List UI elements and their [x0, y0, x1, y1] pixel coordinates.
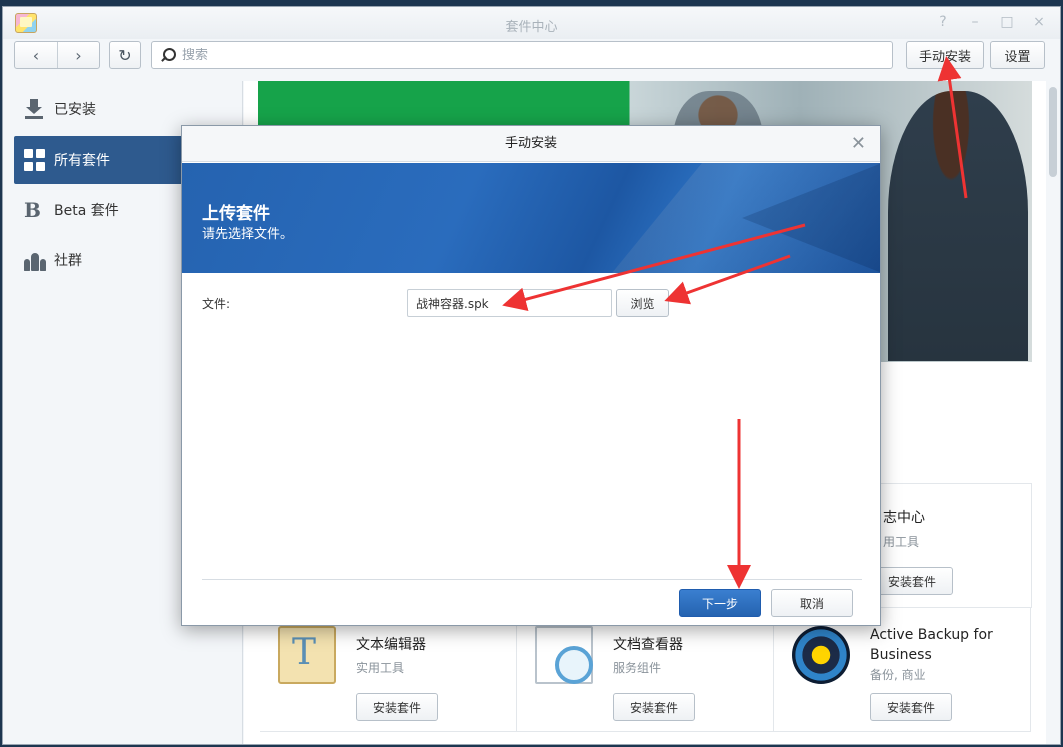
- package-card: Active Backup for Business 备份, 商业 安装套件: [774, 608, 1031, 732]
- document-viewer-icon: [535, 626, 593, 684]
- package-name-line: Active Backup for: [870, 627, 993, 643]
- install-package-button[interactable]: 安装套件: [613, 693, 695, 721]
- refresh-button[interactable]: ↻: [109, 41, 141, 69]
- chevron-left-icon: ‹: [32, 45, 40, 65]
- settings-button[interactable]: 设置: [990, 41, 1045, 69]
- text-editor-icon: [278, 626, 336, 684]
- close-icon[interactable]: ×: [1032, 14, 1046, 30]
- package-category: 备份, 商业: [870, 668, 926, 682]
- dialog-subheading: 请先选择文件。: [202, 227, 294, 242]
- manual-install-dialog: 手动安装 ✕ 上传套件 请先选择文件。 文件: 浏览 下一步 取消: [181, 125, 881, 626]
- sidebar-item-label: 所有套件: [54, 153, 110, 169]
- title-bar: 套件中心 ? – □ ×: [3, 7, 1060, 39]
- close-icon[interactable]: ✕: [851, 126, 866, 162]
- window-title: 套件中心: [505, 20, 558, 35]
- banner-person-photo: [888, 91, 1028, 361]
- package-category: 服务组件: [613, 661, 662, 675]
- package-name: Active Backup for Business: [870, 625, 993, 665]
- help-icon[interactable]: ?: [936, 14, 950, 30]
- package-category: 用工具: [883, 535, 920, 549]
- dialog-title-bar: 手动安装 ✕: [182, 126, 880, 162]
- package-card: 文档查看器 服务组件 安装套件: [517, 608, 774, 732]
- grid-icon: [24, 149, 46, 171]
- toolbar: ‹ › ↻ 手动安装 设置: [3, 40, 1060, 74]
- package-category: 实用工具: [356, 661, 405, 675]
- install-package-button[interactable]: 安装套件: [871, 567, 953, 595]
- dialog-title: 手动安装: [504, 136, 557, 151]
- window-controls: ? – □ ×: [936, 14, 1046, 30]
- sidebar-item-label: Beta 套件: [54, 203, 119, 219]
- search-icon: [160, 47, 176, 63]
- divider: [202, 579, 862, 580]
- cancel-button[interactable]: 取消: [771, 589, 853, 617]
- browse-button[interactable]: 浏览: [616, 289, 669, 317]
- search-input[interactable]: [182, 47, 862, 63]
- package-card: 文本编辑器 实用工具 安装套件: [260, 608, 517, 732]
- scrollbar[interactable]: [1046, 81, 1060, 744]
- active-backup-icon: [792, 626, 850, 684]
- beta-icon: B: [24, 198, 41, 222]
- install-package-button[interactable]: 安装套件: [870, 693, 952, 721]
- manual-install-button[interactable]: 手动安装: [906, 41, 984, 69]
- forward-button[interactable]: ›: [57, 42, 99, 68]
- back-button[interactable]: ‹: [15, 42, 57, 68]
- refresh-icon: ↻: [118, 45, 132, 65]
- file-path-input[interactable]: [407, 289, 612, 317]
- chevron-right-icon: ›: [75, 45, 82, 65]
- package-name: 文本编辑器: [356, 637, 426, 653]
- package-name: 文档查看器: [613, 637, 683, 653]
- nav-group: ‹ ›: [14, 41, 100, 69]
- package-name: 志中心: [883, 510, 925, 526]
- next-button[interactable]: 下一步: [679, 589, 761, 617]
- maximize-icon[interactable]: □: [1000, 14, 1014, 30]
- search-box[interactable]: [151, 41, 893, 69]
- dialog-banner: 上传套件 请先选择文件。: [182, 163, 880, 273]
- package-name-line: Business: [870, 647, 932, 663]
- scrollbar-thumb[interactable]: [1049, 87, 1057, 177]
- install-package-button[interactable]: 安装套件: [356, 693, 438, 721]
- download-icon: [24, 98, 46, 120]
- dialog-heading: 上传套件: [202, 204, 270, 224]
- sidebar-item-label: 已安装: [54, 102, 96, 118]
- file-label: 文件:: [202, 297, 231, 311]
- community-icon: [24, 249, 46, 271]
- minimize-icon[interactable]: –: [968, 14, 982, 30]
- sidebar-item-label: 社群: [54, 253, 82, 269]
